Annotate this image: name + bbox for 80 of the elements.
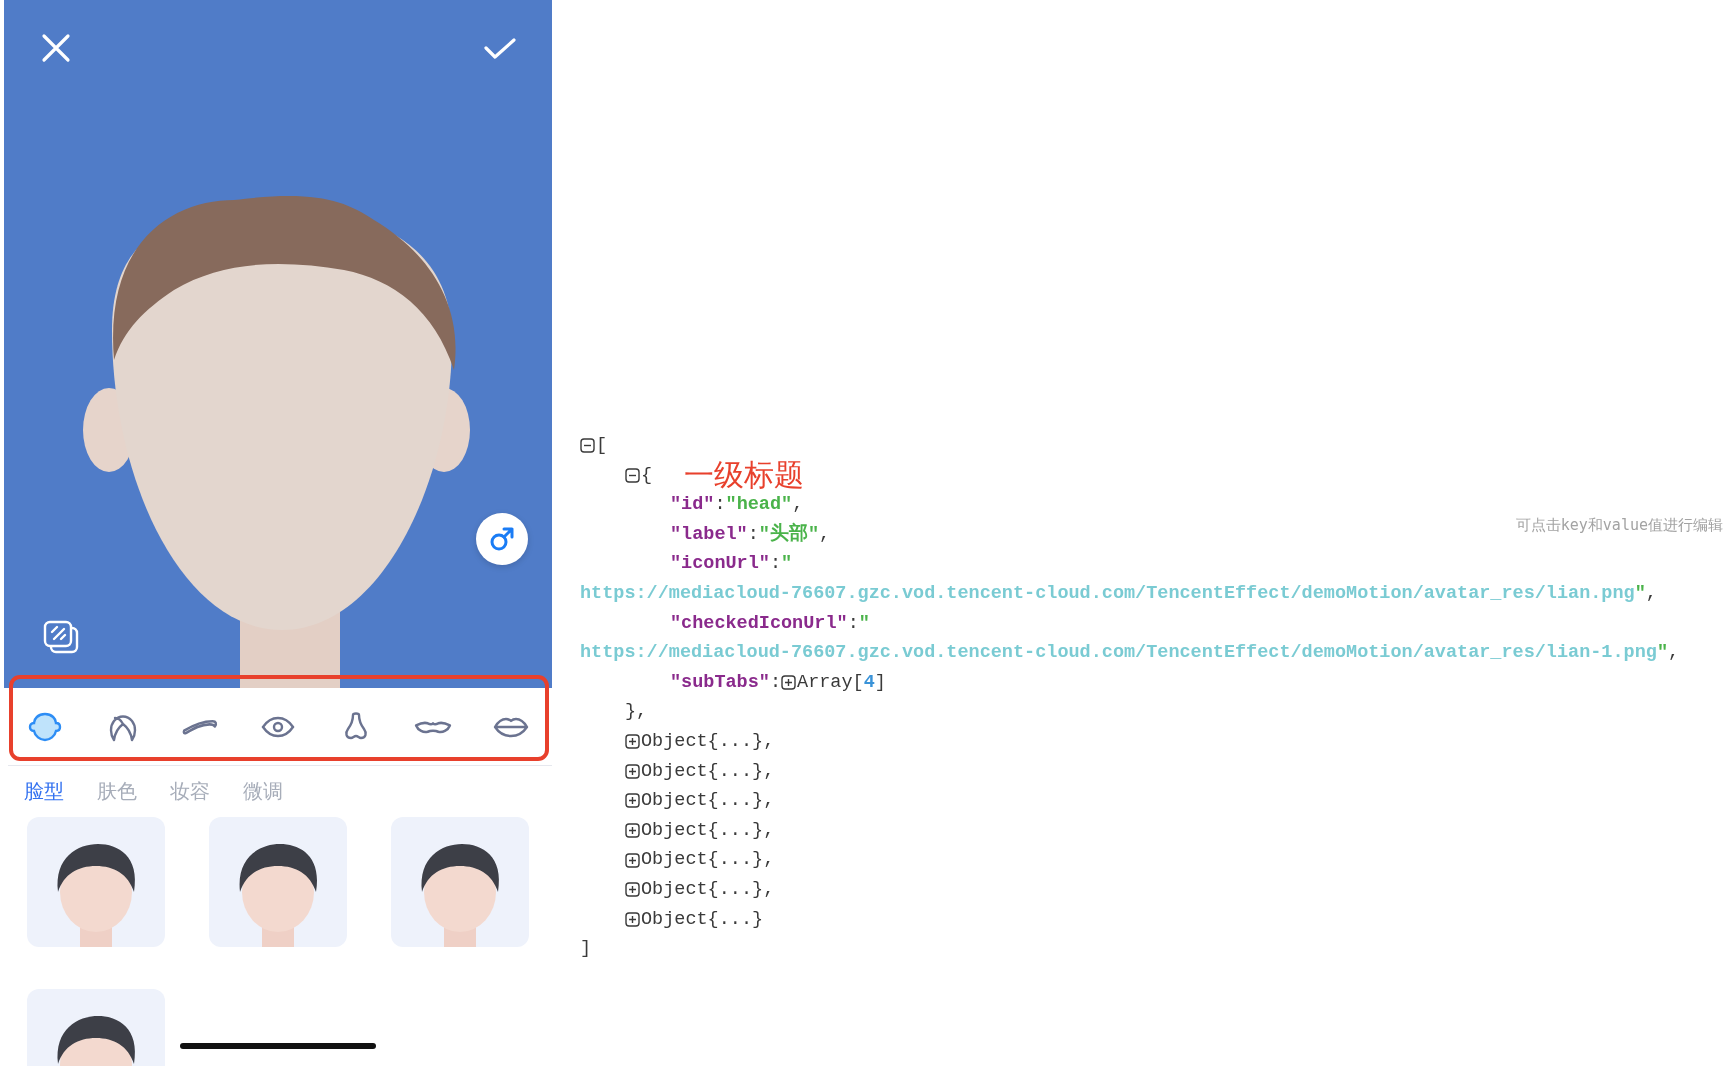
checkmark-icon[interactable] (483, 37, 517, 61)
mustache-icon (414, 719, 453, 734)
category-tab[interactable]: 微调 (243, 774, 283, 807)
bracket: ] (874, 670, 886, 695)
plus-box-icon (625, 734, 640, 750)
plus-box-icon (625, 763, 640, 779)
punctuation: : (847, 611, 859, 636)
punctuation: : (769, 552, 782, 577)
punctuation: , (763, 789, 775, 814)
punctuation: : (714, 493, 726, 518)
punctuation: , (763, 848, 775, 873)
collapse-toggle[interactable] (625, 467, 640, 483)
punctuation: , (819, 522, 831, 547)
quote-mark: " (1656, 641, 1668, 666)
json-url-value[interactable]: https://mediacloud-76607.gzc.vod.tencent-cloud.com/TencentEffect/demoMotion/avatar_res/lian-1.png (580, 638, 1657, 668)
plus-box-icon (625, 911, 640, 927)
section-title: 一级标题 (684, 459, 805, 492)
face-option-card[interactable] (209, 817, 347, 947)
face-option-card[interactable] (27, 817, 165, 947)
punctuation: : (769, 670, 782, 695)
collapsed-object: Object{...} (641, 729, 764, 754)
collapse-toggle[interactable] (580, 438, 595, 454)
punctuation: , (1645, 581, 1657, 606)
male-symbol-icon (489, 526, 515, 552)
json-url-value[interactable]: https://mediacloud-76607.gzc.vod.tencent-cloud.com/TencentEffect/demoMotion/avatar_res/lian.png (580, 578, 1635, 609)
json-key[interactable]: "iconUrl" (670, 549, 770, 579)
eyebrow-icon (181, 717, 220, 736)
punctuation: , (763, 729, 775, 754)
json-string-value[interactable]: "head" (725, 490, 793, 520)
json-key[interactable]: "subTabs" (670, 667, 770, 698)
collapsed-object: Object{...} (641, 759, 764, 784)
punctuation: : (747, 522, 759, 547)
collapsed-object: Object{...} (641, 818, 764, 843)
json-key[interactable]: "label" (670, 519, 748, 550)
category-button[interactable] (414, 719, 453, 734)
layers-icon[interactable] (43, 620, 79, 654)
json-key[interactable]: "id" (670, 490, 715, 520)
edit-hint: 可点击key和value值进行编辑 (1515, 516, 1723, 535)
punctuation: , (763, 877, 775, 902)
expand-toggle[interactable] (781, 675, 797, 691)
collapsed-object: Object{...} (641, 848, 764, 873)
expand-toggle[interactable] (625, 852, 640, 868)
plus-box-icon (625, 882, 640, 898)
quote-mark: " (858, 611, 870, 636)
expand-toggle[interactable] (625, 734, 640, 750)
plus-box-icon (625, 793, 640, 809)
collapsed-object: Object{...} (641, 877, 764, 902)
minus-box-icon (580, 438, 595, 454)
category-tab[interactable]: 妆容 (170, 774, 210, 807)
face-option-card[interactable] (391, 817, 529, 947)
json-string-value[interactable]: "头部" (758, 519, 820, 550)
plus-box-icon (625, 852, 640, 868)
expand-toggle[interactable] (625, 793, 640, 809)
expand-toggle[interactable] (625, 763, 640, 779)
category-tab[interactable]: 脸型 (24, 774, 64, 807)
expand-toggle[interactable] (625, 882, 640, 898)
collapsed-array: Array[ (797, 670, 864, 695)
close-icon[interactable] (41, 33, 71, 63)
json-key[interactable]: "checkedIconUrl" (670, 608, 848, 639)
expand-toggle[interactable] (625, 911, 640, 927)
minus-box-icon (625, 467, 640, 483)
bracket: { (641, 463, 653, 488)
plus-box-icon (781, 675, 797, 691)
collapsed-object: Object{...} (641, 789, 764, 814)
punctuation: , (1668, 641, 1680, 666)
quote-mark: " (1634, 581, 1646, 606)
punctuation: , (763, 759, 775, 784)
quote-mark: " (781, 552, 793, 577)
plus-box-icon (625, 823, 640, 838)
punctuation: , (763, 818, 775, 843)
collapsed-object: Object{...} (641, 907, 764, 932)
bracket: [ (596, 434, 608, 458)
category-button[interactable] (181, 717, 220, 736)
category-tab[interactable]: 肤色 (97, 774, 137, 807)
bracket: }, (625, 700, 648, 725)
punctuation: , (792, 493, 804, 518)
expand-toggle[interactable] (625, 823, 640, 838)
gender-toggle-button[interactable] (476, 513, 528, 565)
array-count: 4 (863, 670, 875, 695)
bracket: ] (580, 937, 592, 962)
